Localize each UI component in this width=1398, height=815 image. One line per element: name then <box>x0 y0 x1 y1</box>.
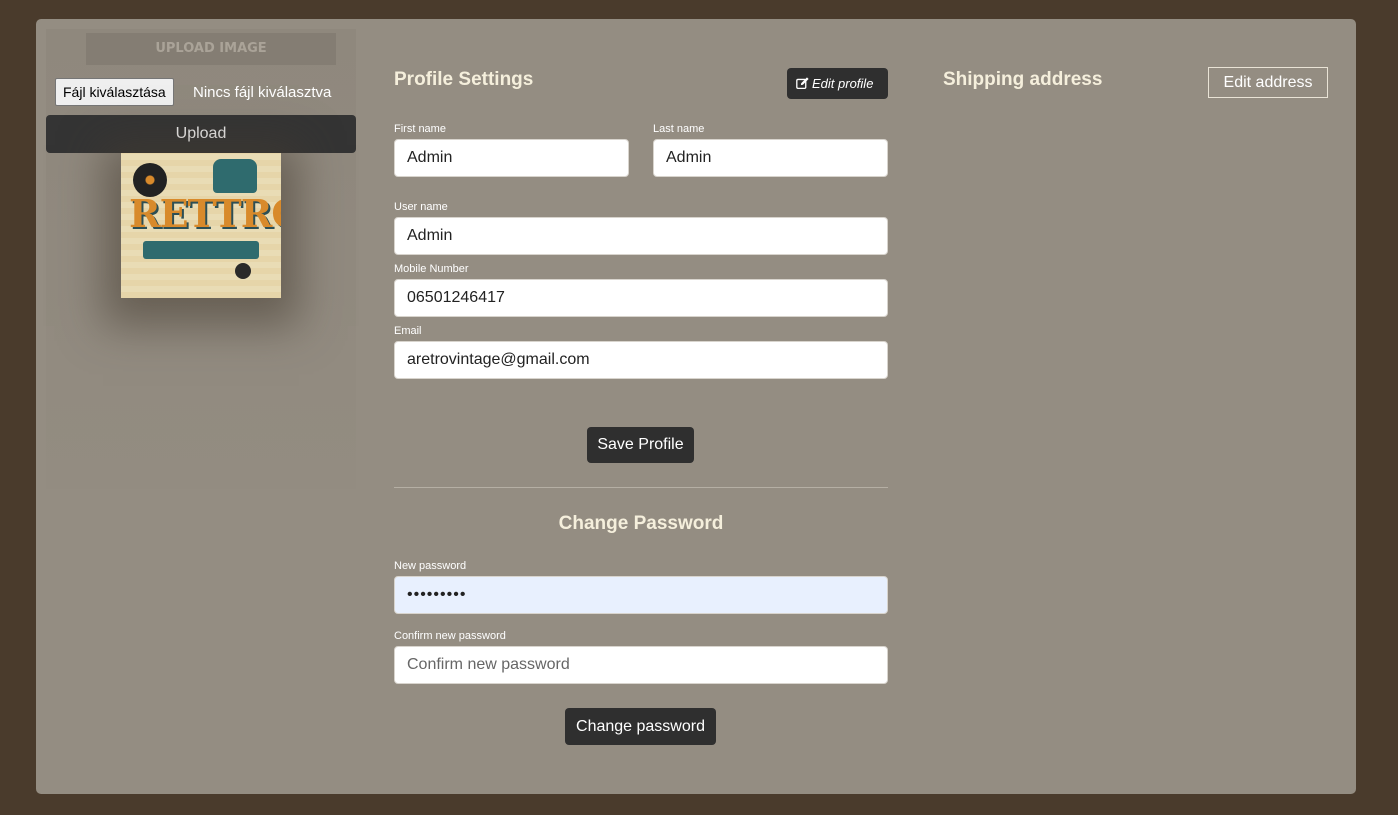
edit-profile-label: Edit profile <box>812 76 874 91</box>
new-password-input[interactable]: ••••••••• <box>394 576 888 614</box>
change-password-title: Change Password <box>558 513 724 534</box>
change-password-button[interactable]: Change password <box>565 708 716 745</box>
mobile-label: Mobile Number <box>394 263 469 275</box>
choose-file-button[interactable]: Fájl kiválasztása <box>55 78 174 106</box>
shipping-address-title: Shipping address <box>943 69 1103 90</box>
confirm-password-input[interactable] <box>394 646 888 684</box>
username-input[interactable] <box>394 217 888 255</box>
last-name-input[interactable] <box>653 139 888 177</box>
upload-image-title: UPLOAD IMAGE <box>86 33 336 65</box>
section-divider <box>394 487 888 488</box>
new-password-label: New password <box>394 560 467 572</box>
logo-text: RETTRO <box>129 191 281 236</box>
edit-address-button[interactable]: Edit address <box>1208 67 1328 98</box>
username-label: User name <box>394 201 448 213</box>
profile-card: UPLOAD IMAGE Fájl kiválasztása Nincs fáj… <box>36 19 1356 794</box>
edit-icon <box>796 77 809 90</box>
first-name-input[interactable] <box>394 139 629 177</box>
mobile-input[interactable] <box>394 279 888 317</box>
confirm-password-label: Confirm new password <box>394 630 506 642</box>
first-name-label: First name <box>394 123 446 135</box>
image-upload-panel: UPLOAD IMAGE Fájl kiválasztása Nincs fáj… <box>46 29 356 489</box>
last-name-label: Last name <box>653 123 705 135</box>
profile-image: RETTRO <box>121 153 281 298</box>
profile-settings-title: Profile Settings <box>394 69 534 90</box>
save-profile-button[interactable]: Save Profile <box>587 427 694 463</box>
upload-button[interactable]: Upload <box>46 115 356 153</box>
file-status-text: Nincs fájl kiválasztva <box>193 84 332 101</box>
telephone-icon <box>213 159 257 193</box>
logo-ribbon <box>143 241 259 259</box>
edit-profile-button[interactable]: Edit profile <box>787 68 888 99</box>
logo-disc-icon <box>235 263 251 279</box>
email-label: Email <box>394 325 422 337</box>
email-input[interactable] <box>394 341 888 379</box>
